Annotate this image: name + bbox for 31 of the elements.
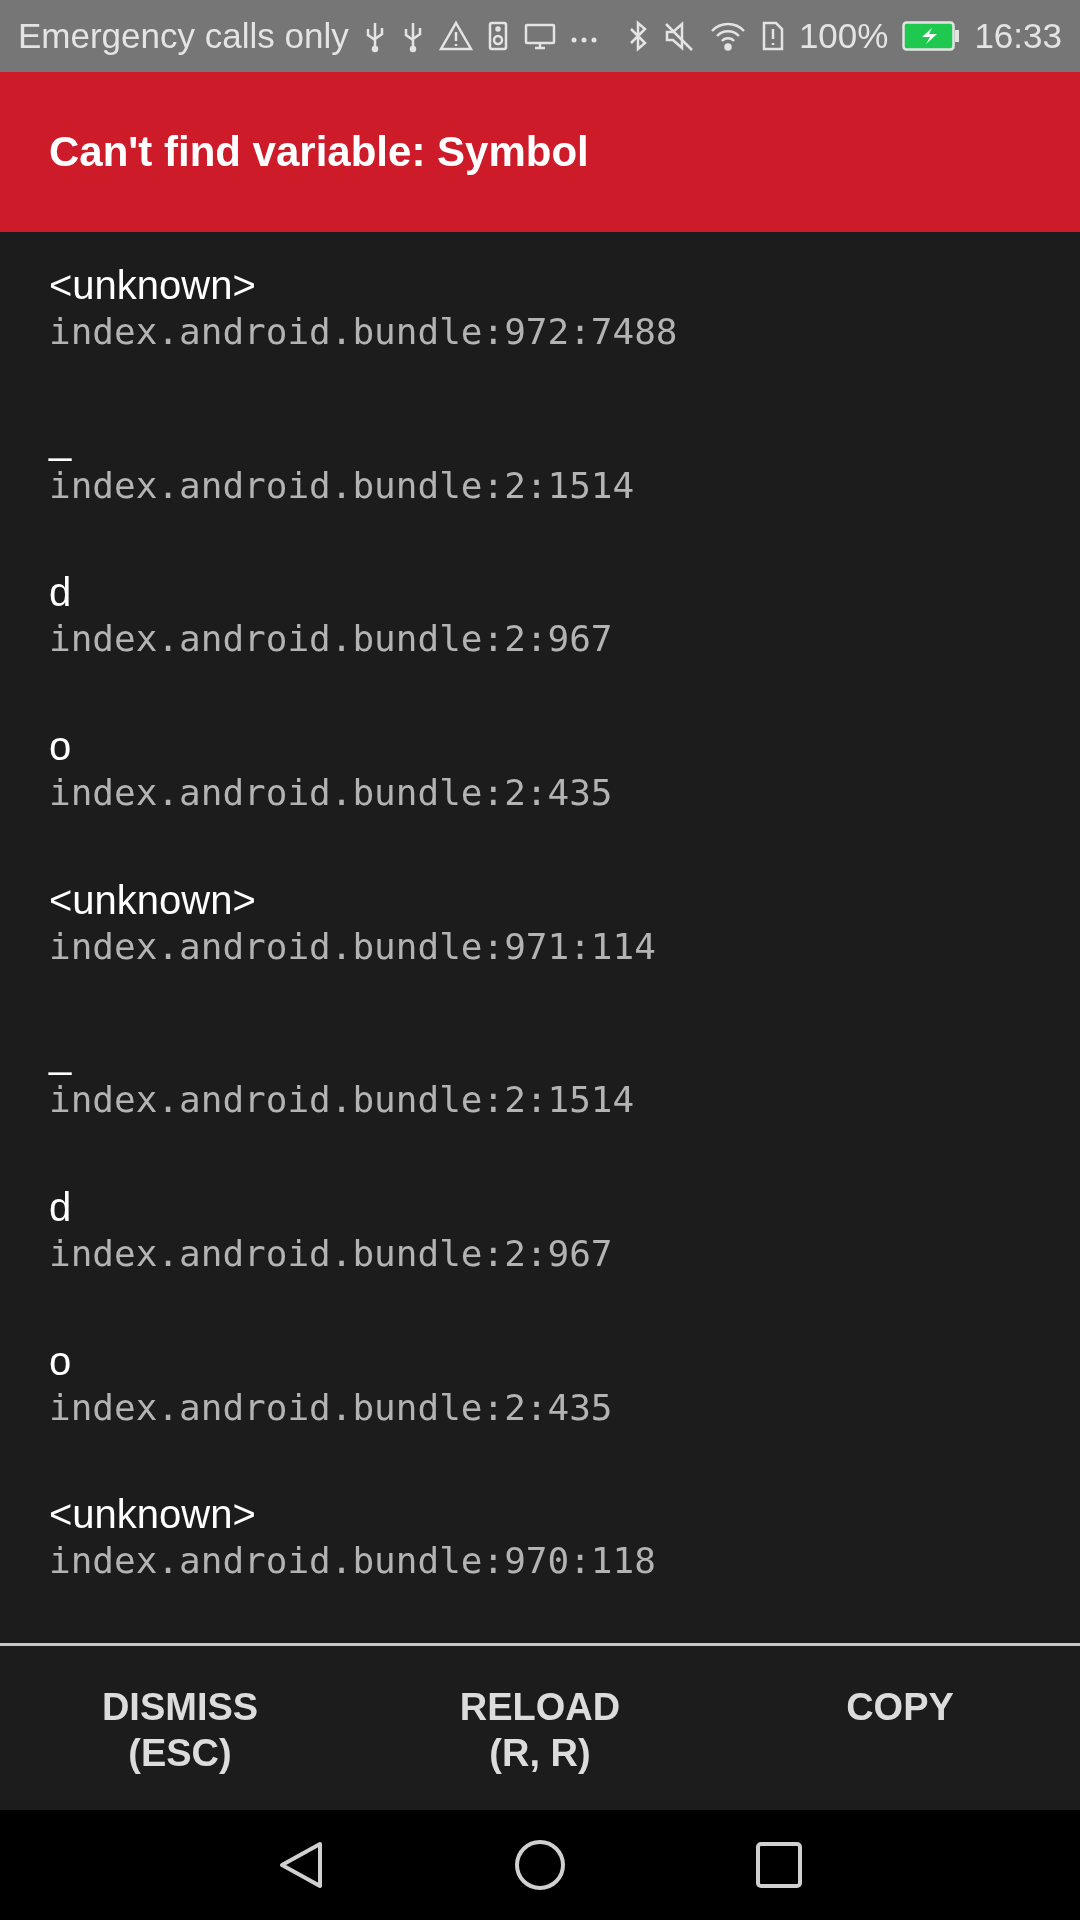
frame-location: index.android.bundle:2:967: [49, 1232, 613, 1277]
battery-icon: [902, 21, 961, 51]
frame-method: o: [49, 723, 72, 770]
more-icon: [570, 37, 597, 43]
frame-location: index.android.bundle:2:1514: [49, 1078, 635, 1123]
recents-icon[interactable]: [756, 1842, 802, 1888]
frame-location: index.android.bundle:2:435: [49, 1385, 613, 1430]
frame-method: _: [49, 1030, 72, 1078]
frame-location: index.android.bundle:972:7488: [49, 310, 678, 354]
back-icon[interactable]: [278, 1840, 324, 1890]
speaker-icon: [486, 19, 509, 53]
frame-method: d: [49, 1184, 72, 1232]
frame-method: _: [49, 415, 72, 463]
battery-percent: 100%: [798, 16, 889, 56]
error-title: Can't find variable: Symbol: [49, 128, 589, 176]
frame-location: index.android.bundle:2:435: [49, 771, 613, 815]
carrier-text: Emergency calls only: [18, 16, 349, 56]
frame-location: index.android.bundle:970:118: [49, 1539, 656, 1584]
sim-alert-icon: [760, 19, 785, 53]
muted-icon: [662, 19, 695, 53]
frame-location: index.android.bundle:971:114: [49, 924, 656, 969]
frame-method: o: [49, 1337, 72, 1385]
frame-method: <unknown>: [49, 262, 256, 309]
clock-text: 16:33: [974, 16, 1062, 56]
warning-icon: [438, 19, 473, 53]
frame-method: d: [49, 569, 72, 617]
frame-location: index.android.bundle:2:1514: [49, 463, 635, 508]
home-icon[interactable]: [514, 1839, 566, 1891]
frame-location: index.android.bundle:2:967: [49, 617, 613, 662]
frame-method: <unknown>: [49, 1491, 256, 1539]
frame-method: <unknown>: [49, 876, 256, 924]
